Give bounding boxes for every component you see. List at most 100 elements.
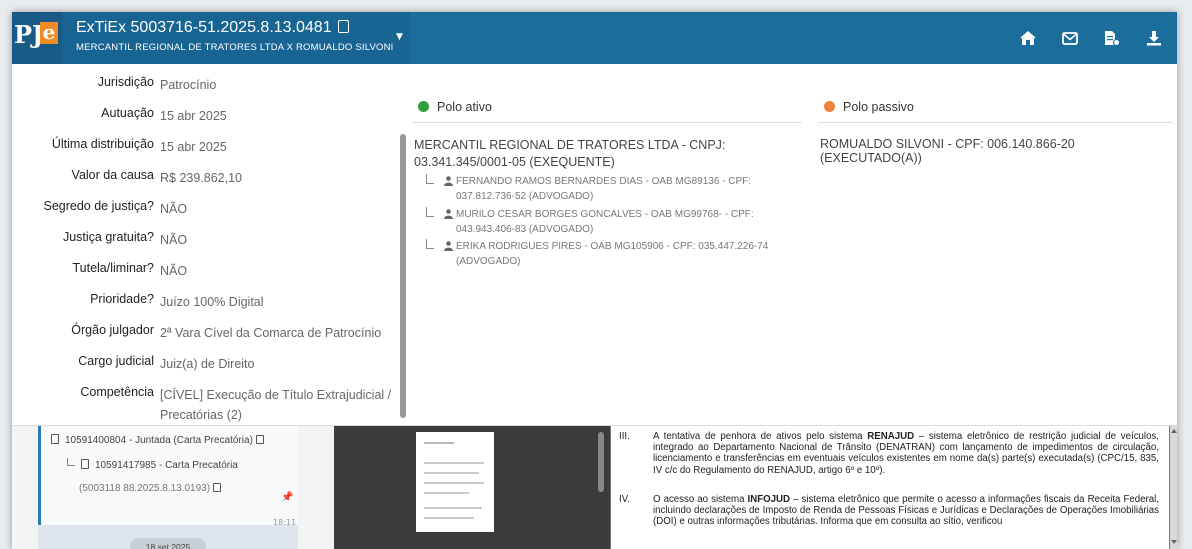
detail-value: Juiz(a) de Direito	[160, 357, 255, 371]
lawyer-text: FERNANDO RAMOS BERNARDES DIAS - OAB MG89…	[456, 176, 752, 202]
green-status-icon	[418, 101, 429, 112]
polo-passivo-header: Polo passivo	[824, 100, 914, 114]
timeline-time: 18:11	[273, 518, 297, 527]
process-parties: MERCANTIL REGIONAL DE TRATORES LTDA X RO…	[76, 42, 394, 53]
divider	[818, 122, 1173, 123]
paragraph-text: A tentativa de penhora de ativos pelo si…	[653, 431, 868, 442]
process-number: ExTiEx 5003716-51.2025.8.13.0481	[76, 19, 349, 37]
detail-value: Juízo 100% Digital	[160, 295, 264, 309]
paragraph-text: O acesso ao sistema	[653, 494, 748, 505]
polo-passivo-title: Polo passivo	[843, 100, 914, 114]
detail-value: 15 abr 2025	[160, 109, 227, 123]
tree-connector	[426, 239, 434, 249]
detail-value: 2ª Vara Cível da Comarca de Patrocínio	[160, 326, 382, 340]
detail-label: Jurisdição	[97, 75, 154, 89]
document-icon	[81, 459, 89, 469]
timeline-subitem-ref-text: (5003118 88.2025.8.13.0193)	[79, 483, 211, 494]
caret-down-icon[interactable]: ▼	[396, 32, 403, 42]
paragraph-number: IV.	[619, 494, 630, 505]
copy-icon[interactable]	[213, 483, 222, 492]
document-viewer: III. A tentativa de penhora de ativos pe…	[334, 426, 1177, 549]
tree-connector	[426, 174, 434, 184]
detail-label: Valor da causa	[71, 168, 154, 182]
timeline-subitem-ref: (5003118 88.2025.8.13.0193)	[79, 483, 222, 494]
thumb-line	[424, 462, 484, 464]
detail-label: Justiça gratuita?	[62, 230, 154, 244]
orange-status-icon	[824, 101, 835, 112]
detail-label: Autuação	[101, 106, 154, 120]
document-icon	[51, 434, 59, 444]
document-scrollbar[interactable]	[1170, 426, 1177, 549]
thumb-line	[424, 507, 482, 509]
lawyer-text: MURILO CESAR BORGES GONCALVES - OAB MG99…	[456, 209, 754, 235]
download-icon[interactable]	[1143, 28, 1165, 48]
detail-value: Patrocínio	[160, 78, 217, 92]
logo-pj-text: PJ	[14, 20, 44, 49]
detail-value: [CÍVEL] Execução de Título Extrajudicial…	[160, 388, 392, 422]
detail-value: NÃO	[160, 233, 188, 247]
detail-value: 15 abr 2025	[160, 140, 227, 154]
copy-icon[interactable]	[337, 20, 349, 33]
thumb-line	[424, 492, 469, 494]
timeline-card[interactable]: 10591400804 - Juntada (Carta Precatória)…	[38, 426, 298, 527]
process-header[interactable]: ExTiEx 5003716-51.2025.8.13.0481 MERCANT…	[62, 12, 410, 64]
detail-label: Última distribuição	[51, 137, 154, 151]
copy-icon[interactable]	[255, 435, 264, 444]
thumbnail-scrollbar[interactable]	[598, 432, 604, 492]
paragraph-iv: IV. O acesso ao sistema INFOJUD – sistem…	[619, 494, 1159, 528]
thumb-line	[424, 517, 474, 519]
tree-connector	[67, 458, 75, 466]
document-icon[interactable]	[1101, 28, 1123, 48]
detail-label: Órgão julgador	[71, 323, 154, 337]
lawyer-text: ERIKA RODRIGUES PIRES - OAB MG105906 - C…	[456, 241, 769, 267]
person-icon	[444, 176, 453, 186]
lawyer-item[interactable]: FERNANDO RAMOS BERNARDES DIAS - OAB MG89…	[426, 174, 786, 204]
thumb-line	[424, 442, 454, 444]
pje-logo[interactable]: PJ e	[12, 12, 62, 64]
parties-section: Polo ativo Polo passivo MERCANTIL REGION…	[412, 64, 1177, 426]
polo-ativo-party[interactable]: MERCANTIL REGIONAL DE TRATORES LTDA - CN…	[414, 137, 774, 171]
polo-ativo-header: Polo ativo	[418, 100, 492, 114]
scroll-down-icon[interactable]	[1171, 540, 1177, 544]
top-bar: PJ e ExTiEx 5003716-51.2025.8.13.0481 ME…	[12, 12, 1177, 64]
details-list: Jurisdição Patrocínio Autuação 15 abr 20…	[12, 64, 400, 426]
person-icon	[444, 209, 453, 219]
paragraph-number: III.	[619, 431, 630, 442]
detail-label: Competência	[80, 385, 154, 399]
process-details-panel: Jurisdição Patrocínio Autuação 15 abr 20…	[12, 64, 1177, 426]
person-icon	[444, 241, 453, 251]
detail-value: NÃO	[160, 264, 188, 278]
paragraph-iii: III. A tentativa de penhora de ativos pe…	[619, 431, 1159, 476]
detail-value: NÃO	[160, 202, 188, 216]
detail-label: Cargo judicial	[78, 354, 154, 368]
thumb-line	[424, 482, 484, 484]
detail-label: Segredo de justiça?	[43, 199, 155, 213]
timeline-subitem[interactable]: 10591417985 - Carta Precatória	[67, 458, 238, 471]
detail-value: R$ 239.862,10	[160, 171, 243, 185]
logo-e-text: e	[40, 22, 58, 44]
document-page: III. A tentativa de penhora de ativos pe…	[610, 426, 1170, 549]
detail-label: Prioridade?	[90, 292, 154, 306]
lawyer-item[interactable]: MURILO CESAR BORGES GONCALVES - OAB MG99…	[426, 207, 786, 237]
polo-passivo-party[interactable]: ROMUALDO SILVONI - CPF: 006.140.866-20 (…	[820, 137, 1177, 165]
timeline-item[interactable]: 10591400804 - Juntada (Carta Precatória)	[51, 434, 264, 446]
page-thumbnail[interactable]	[416, 432, 494, 532]
details-scrollbar[interactable]	[400, 134, 406, 418]
polo-ativo-title: Polo ativo	[437, 100, 492, 114]
divider	[412, 122, 802, 123]
scroll-up-icon[interactable]	[1171, 429, 1177, 433]
detail-label: Tutela/liminar?	[72, 261, 154, 275]
paragraph-bold: INFOJUD	[747, 494, 791, 505]
tree-connector	[426, 207, 434, 217]
timeline-item-text: 10591400804 - Juntada (Carta Precatória)	[65, 435, 253, 446]
process-number-text: ExTiEx 5003716-51.2025.8.13.0481	[76, 19, 332, 36]
thumb-line	[424, 472, 479, 474]
home-icon[interactable]	[1017, 28, 1039, 48]
mail-icon[interactable]	[1059, 28, 1081, 48]
pin-icon[interactable]: 📌	[281, 492, 293, 503]
timeline-panel: 10591400804 - Juntada (Carta Precatória)…	[38, 426, 298, 549]
timeline-subitem-text: 10591417985 - Carta Precatória	[95, 460, 238, 471]
app-window: PJ e ExTiEx 5003716-51.2025.8.13.0481 ME…	[12, 12, 1177, 549]
lawyer-item[interactable]: ERIKA RODRIGUES PIRES - OAB MG105906 - C…	[426, 239, 786, 269]
paragraph-bold: RENAJUD	[867, 431, 915, 442]
